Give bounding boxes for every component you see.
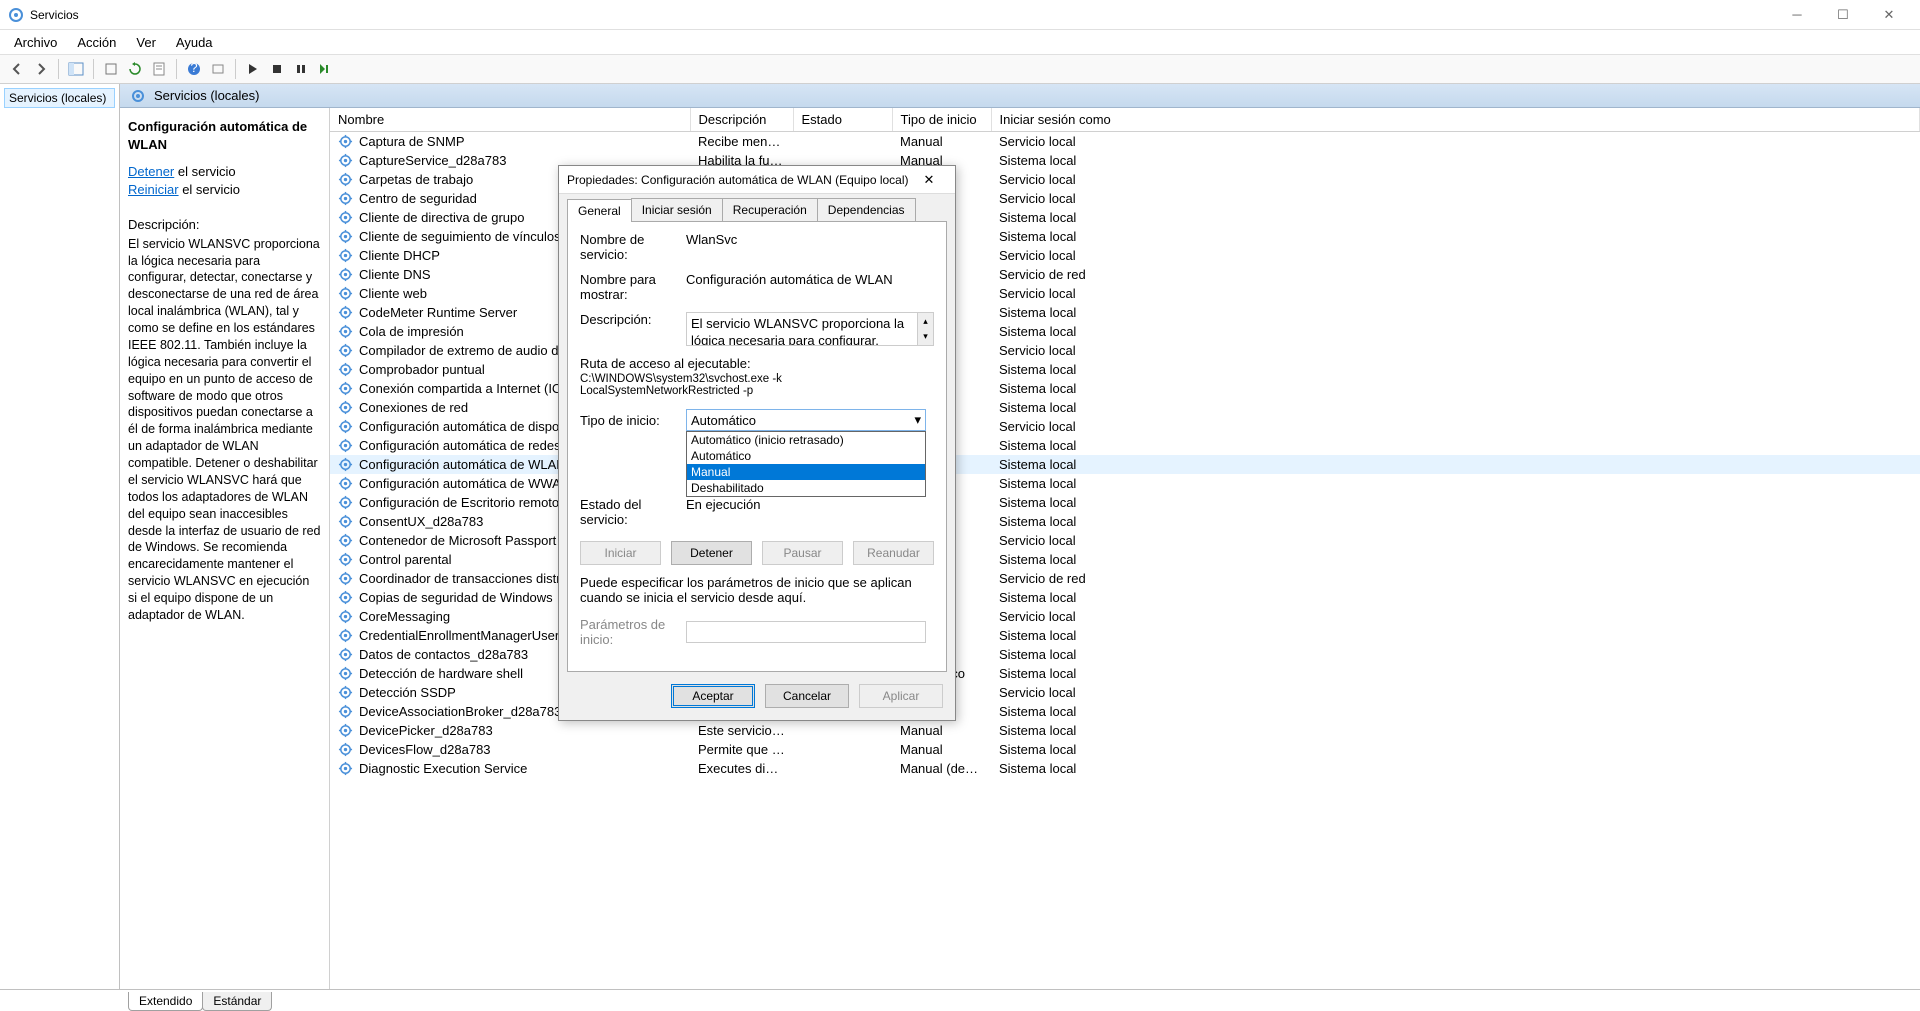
desc-body: El servicio WLANSVC proporciona la lógic… <box>128 236 321 624</box>
tab-extended[interactable]: Extendido <box>128 992 203 1011</box>
menubar: Archivo Acción Ver Ayuda <box>0 30 1920 54</box>
menu-help[interactable]: Ayuda <box>166 32 223 53</box>
selected-service-name: Configuración automática de WLAN <box>128 118 321 153</box>
col-state[interactable]: Estado <box>793 108 892 132</box>
minimize-button[interactable]: ─ <box>1774 0 1820 30</box>
apply-button: Aplicar <box>859 684 943 708</box>
params-help-text: Puede especificar los parámetros de inic… <box>580 575 934 605</box>
help-button[interactable]: ? <box>183 58 205 80</box>
val-exe-path: C:\WINDOWS\system32\svchost.exe -k Local… <box>580 373 934 397</box>
table-row[interactable]: DevicesFlow_d28a783Permite que Co...Manu… <box>330 740 1920 759</box>
menu-file[interactable]: Archivo <box>4 32 67 53</box>
forward-button[interactable] <box>30 58 52 80</box>
opt-manual[interactable]: Manual <box>687 464 925 480</box>
start-service-button[interactable] <box>242 58 264 80</box>
gear-icon <box>130 88 146 104</box>
properties-dialog: Propiedades: Configuración automática de… <box>558 165 956 721</box>
close-button[interactable]: ✕ <box>1866 0 1912 30</box>
col-desc[interactable]: Descripción <box>690 108 793 132</box>
dialog-tab-general[interactable]: General <box>567 199 632 222</box>
detail-pane: Configuración automática de WLAN Detener… <box>120 108 330 989</box>
lbl-exe-path: Ruta de acceso al ejecutable: <box>580 356 934 371</box>
opt-auto[interactable]: Automático <box>687 448 925 464</box>
lbl-service-name: Nombre de servicio: <box>580 232 686 262</box>
tree-root-item[interactable]: Servicios (locales) <box>4 88 115 108</box>
startup-type-select[interactable]: Automático ▾ <box>686 409 926 431</box>
tab-standard[interactable]: Estándar <box>202 992 272 1011</box>
content-header-title: Servicios (locales) <box>154 88 259 103</box>
maximize-button[interactable]: ☐ <box>1820 0 1866 30</box>
desc-label: Descripción: <box>128 216 321 234</box>
opt-disabled[interactable]: Deshabilitado <box>687 480 925 496</box>
refresh-button[interactable] <box>124 58 146 80</box>
restart-service-button[interactable] <box>314 58 336 80</box>
table-row[interactable]: DevicePicker_d28a783Este servicio de ...… <box>330 721 1920 740</box>
chevron-down-icon: ▾ <box>914 412 921 428</box>
export-list-button[interactable] <box>207 58 229 80</box>
toolbar: ? <box>0 54 1920 84</box>
properties-button[interactable] <box>148 58 170 80</box>
svg-text:?: ? <box>190 62 197 75</box>
table-row[interactable]: Diagnostic Execution ServiceExecutes dia… <box>330 759 1920 778</box>
show-hide-tree-button[interactable] <box>65 58 87 80</box>
export-button[interactable] <box>100 58 122 80</box>
table-row[interactable]: Captura de SNMPRecibe mensaje...ManualSe… <box>330 132 1920 152</box>
dialog-tab-deps[interactable]: Dependencias <box>817 198 916 221</box>
resume-button: Reanudar <box>853 541 934 565</box>
lbl-start-params: Parámetros de inicio: <box>580 617 686 647</box>
menu-action[interactable]: Acción <box>67 32 126 53</box>
content-header: Servicios (locales) <box>120 84 1920 108</box>
lbl-display-name: Nombre para mostrar: <box>580 272 686 302</box>
dialog-close-button[interactable]: ✕ <box>911 169 947 191</box>
description-box[interactable]: El servicio WLANSVC proporciona la lógic… <box>686 312 934 346</box>
pause-service-button[interactable] <box>290 58 312 80</box>
stop-button[interactable]: Detener <box>671 541 752 565</box>
lbl-service-state: Estado del servicio: <box>580 497 686 527</box>
val-display-name: Configuración automática de WLAN <box>686 272 934 287</box>
opt-auto-delayed[interactable]: Automático (inicio retrasado) <box>687 432 925 448</box>
back-button[interactable] <box>6 58 28 80</box>
scroll-down-icon[interactable]: ▾ <box>917 328 933 345</box>
dialog-tab-logon[interactable]: Iniciar sesión <box>631 198 723 221</box>
dialog-title: Propiedades: Configuración automática de… <box>567 173 911 187</box>
col-name[interactable]: Nombre <box>330 108 690 132</box>
menu-view[interactable]: Ver <box>126 32 166 53</box>
lbl-startup-type: Tipo de inicio: <box>580 413 686 428</box>
window-title: Servicios <box>30 8 1774 22</box>
pause-button: Pausar <box>762 541 843 565</box>
restart-link[interactable]: Reiniciar <box>128 182 179 197</box>
col-startup[interactable]: Tipo de inicio <box>892 108 991 132</box>
val-service-name: WlanSvc <box>686 232 934 247</box>
dialog-tab-recovery[interactable]: Recuperación <box>722 198 818 221</box>
startup-dropdown-list: Automático (inicio retrasado) Automático… <box>686 431 926 497</box>
tree-pane: Servicios (locales) <box>0 84 120 989</box>
start-button: Iniciar <box>580 541 661 565</box>
val-service-state: En ejecución <box>686 497 934 512</box>
start-params-input <box>686 621 926 643</box>
stop-service-button[interactable] <box>266 58 288 80</box>
titlebar: Servicios ─ ☐ ✕ <box>0 0 1920 30</box>
stop-link[interactable]: Detener <box>128 164 174 179</box>
ok-button[interactable]: Aceptar <box>671 684 755 708</box>
col-logon[interactable]: Iniciar sesión como <box>991 108 1920 132</box>
cancel-button[interactable]: Cancelar <box>765 684 849 708</box>
lbl-description: Descripción: <box>580 312 686 327</box>
services-app-icon <box>8 7 24 23</box>
